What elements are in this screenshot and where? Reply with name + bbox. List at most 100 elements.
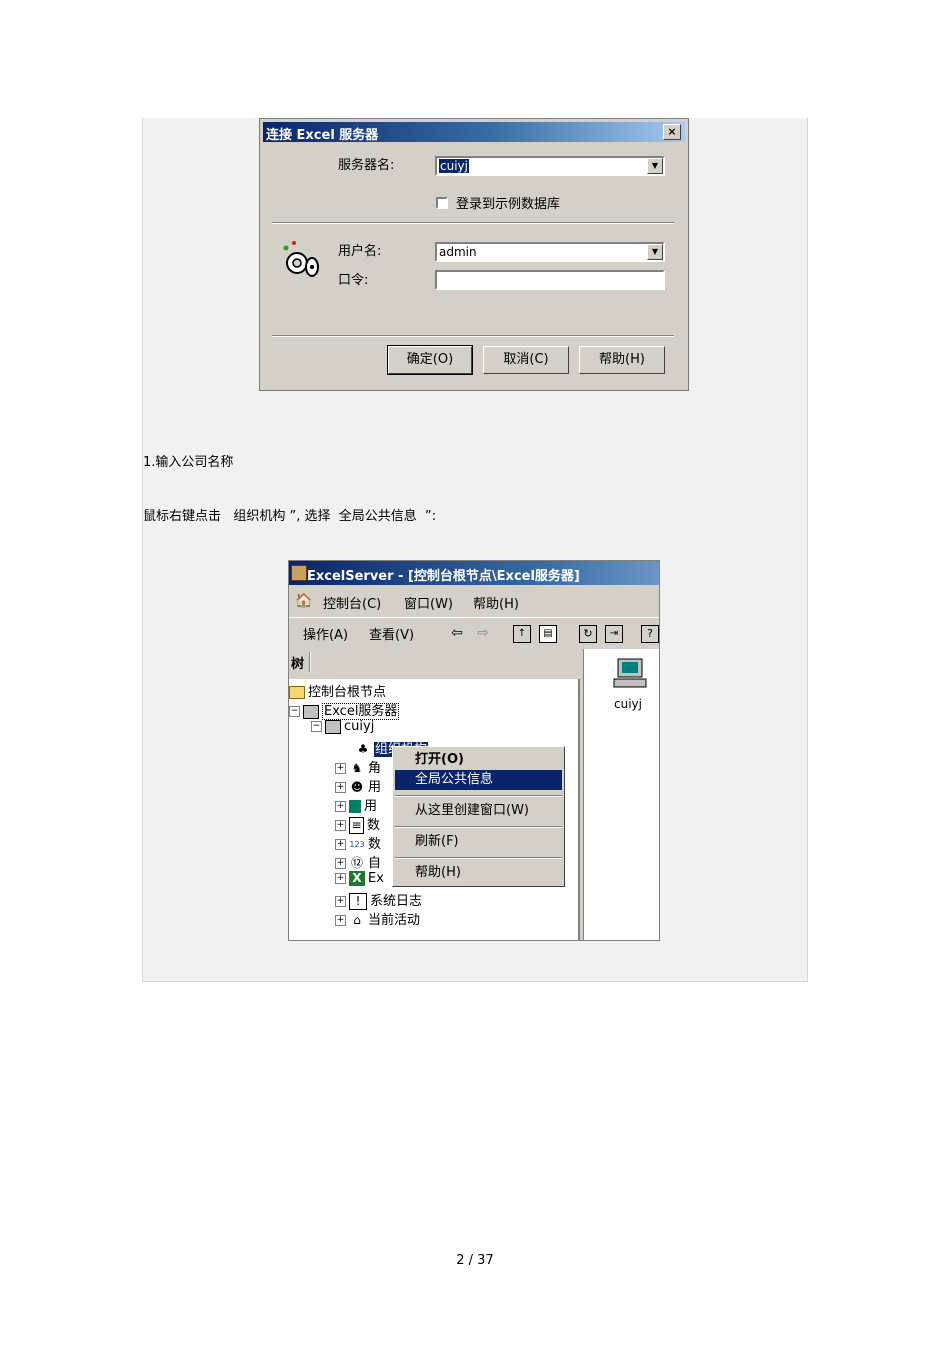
right-item-label: cuiyj [614,697,642,711]
ok-button[interactable]: 确定(O) [387,345,473,375]
menu-separator [395,826,562,828]
tree-item[interactable]: +123 数 [335,833,381,852]
menu-item-open[interactable]: 打开(O) [395,750,562,770]
tree-root[interactable]: 控制台根节点 [289,681,386,700]
expand-icon[interactable]: + [335,820,346,831]
expand-icon[interactable]: + [335,858,346,869]
user-label: 用户名: [338,244,382,259]
app-icon [291,565,307,581]
help-button[interactable]: 帮助(H) [579,346,665,374]
expand-icon[interactable]: + [335,782,346,793]
collapse-icon[interactable]: − [311,721,322,732]
tree-item[interactable]: + 用 [335,795,377,814]
chevron-down-icon[interactable]: ▼ [647,244,663,260]
divider [272,222,674,224]
tree-tab: 树 [289,651,578,677]
cancel-button[interactable]: 取消(C) [483,346,569,374]
mmc-titlebar: ExcelServer - [控制台根节点\Excel服务器] [289,561,659,585]
show-tree-icon[interactable]: ▤ [539,625,557,643]
chevron-down-icon[interactable]: ▼ [647,158,663,174]
server-icon [303,704,319,719]
tab-divider [309,652,311,672]
server-combo[interactable]: cuiyj ▼ [435,156,665,176]
divider [272,335,674,337]
menu-item-help[interactable]: 帮助(H) [395,863,562,883]
tree-item[interactable]: +! 系统日志 [335,890,422,910]
user-combo[interactable]: admin ▼ [435,242,665,262]
menubar: 🏠 控制台(C) 窗口(W) 帮助(H) [289,588,659,614]
result-pane: cuiyj [583,649,659,940]
key-icon [283,241,319,277]
tree-server-label: Excel服务器 [322,703,400,720]
forward-arrow-icon[interactable]: ⇨ [475,625,491,641]
expand-icon[interactable]: + [335,873,346,884]
excel-icon: X [349,871,365,886]
role-icon: ♞ [351,761,363,775]
console-icon[interactable]: 🏠 [295,593,312,609]
server-value: cuiyj [439,159,469,173]
tree-item-label: 用 [368,780,382,795]
tree-item[interactable]: + ♞ 角 [335,757,381,776]
expand-icon[interactable]: + [335,915,346,926]
tree-item[interactable]: + ≡ 数 [335,814,380,834]
connect-dialog: 连接 Excel 服务器 × 服务器名: cuiyj ▼ 登录到示例数据库 用户… [259,118,689,391]
password-field[interactable] [435,270,665,290]
menu-action[interactable]: 操作(A) [303,624,348,643]
tree-host[interactable]: − cuiyj [311,719,374,734]
tree-item[interactable]: + ⑫ 自 [335,852,381,871]
expand-icon[interactable]: + [335,896,346,907]
tree-item-label: 系统日志 [370,894,423,909]
dialog-titlebar: 连接 Excel 服务器 × [263,122,685,143]
log-icon: ! [349,893,367,910]
tree-host-label: cuiyj [344,719,375,734]
tree-item[interactable]: + ☻ 用 [335,776,381,795]
menu-help[interactable]: 帮助(H) [473,593,519,612]
tree-item[interactable]: + ⌂ 当前活动 [335,909,420,928]
password-label: 口令: [338,273,369,288]
back-arrow-icon[interactable]: ⇦ [449,625,465,641]
menu-item-global-info[interactable]: 全局公共信息 [395,770,562,790]
list-icon: ≡ [349,817,364,834]
refresh-icon[interactable]: ↻ [579,625,597,643]
menu-item-new-window[interactable]: 从这里创建窗口(W) [395,801,562,821]
sample-db-label: 登录到示例数据库 [456,197,561,212]
server-label: 服务器名: [338,158,395,173]
menu-view[interactable]: 查看(V) [369,624,414,643]
menu-item-refresh[interactable]: 刷新(F) [395,832,562,852]
tree-item-label: 自 [368,856,382,871]
collapse-icon[interactable]: − [289,706,300,717]
menu-console[interactable]: 控制台(C) [323,593,381,612]
org-chart-icon: ♣ [357,742,369,756]
menu-window[interactable]: 窗口(W) [404,593,453,612]
tree-item-label: 数 [368,837,382,852]
help-icon[interactable]: ? [641,625,659,643]
computer-icon [325,719,341,734]
tree-item-label: Ex [368,871,384,886]
tree-server[interactable]: − Excel服务器 [289,700,400,720]
context-menu: 打开(O) 全局公共信息 从这里创建窗口(W) 刷新(F) 帮助(H) [392,746,565,887]
instruction-text: 鼠标右键点击 组织机构 ”, 选择 全局公共信息 ”: [143,509,437,524]
sample-db-checkbox[interactable] [436,197,448,209]
up-folder-icon[interactable]: ↑ [513,625,531,643]
tree-item-label: 角 [368,761,382,776]
export-icon[interactable]: ⇥ [605,625,623,643]
toolbar: 操作(A) 查看(V) ⇦ ⇨ ↑ ▤ ↻ ⇥ ? [289,617,659,648]
expand-icon[interactable]: + [335,839,346,850]
expand-icon[interactable]: + [335,763,346,774]
tree-item[interactable]: + X Ex [335,871,384,886]
book-icon [349,800,361,813]
dialog-title: 连接 Excel 服务器 [266,128,379,143]
tree-tab-label[interactable]: 树 [291,653,304,672]
folder-icon [289,686,305,699]
tree-item-label: 数 [367,818,381,833]
data-type-icon: 123 [349,840,365,849]
computer-icon[interactable] [612,657,648,691]
expand-icon[interactable]: + [335,801,346,812]
page-number: 2 / 37 [456,1253,494,1268]
menu-separator [395,857,562,859]
tree-item-label: 用 [364,799,378,814]
user-icon: ☻ [350,780,364,794]
step-heading: 1.输入公司名称 [143,455,234,470]
close-button[interactable]: × [663,124,681,140]
activity-icon: ⌂ [353,913,361,927]
